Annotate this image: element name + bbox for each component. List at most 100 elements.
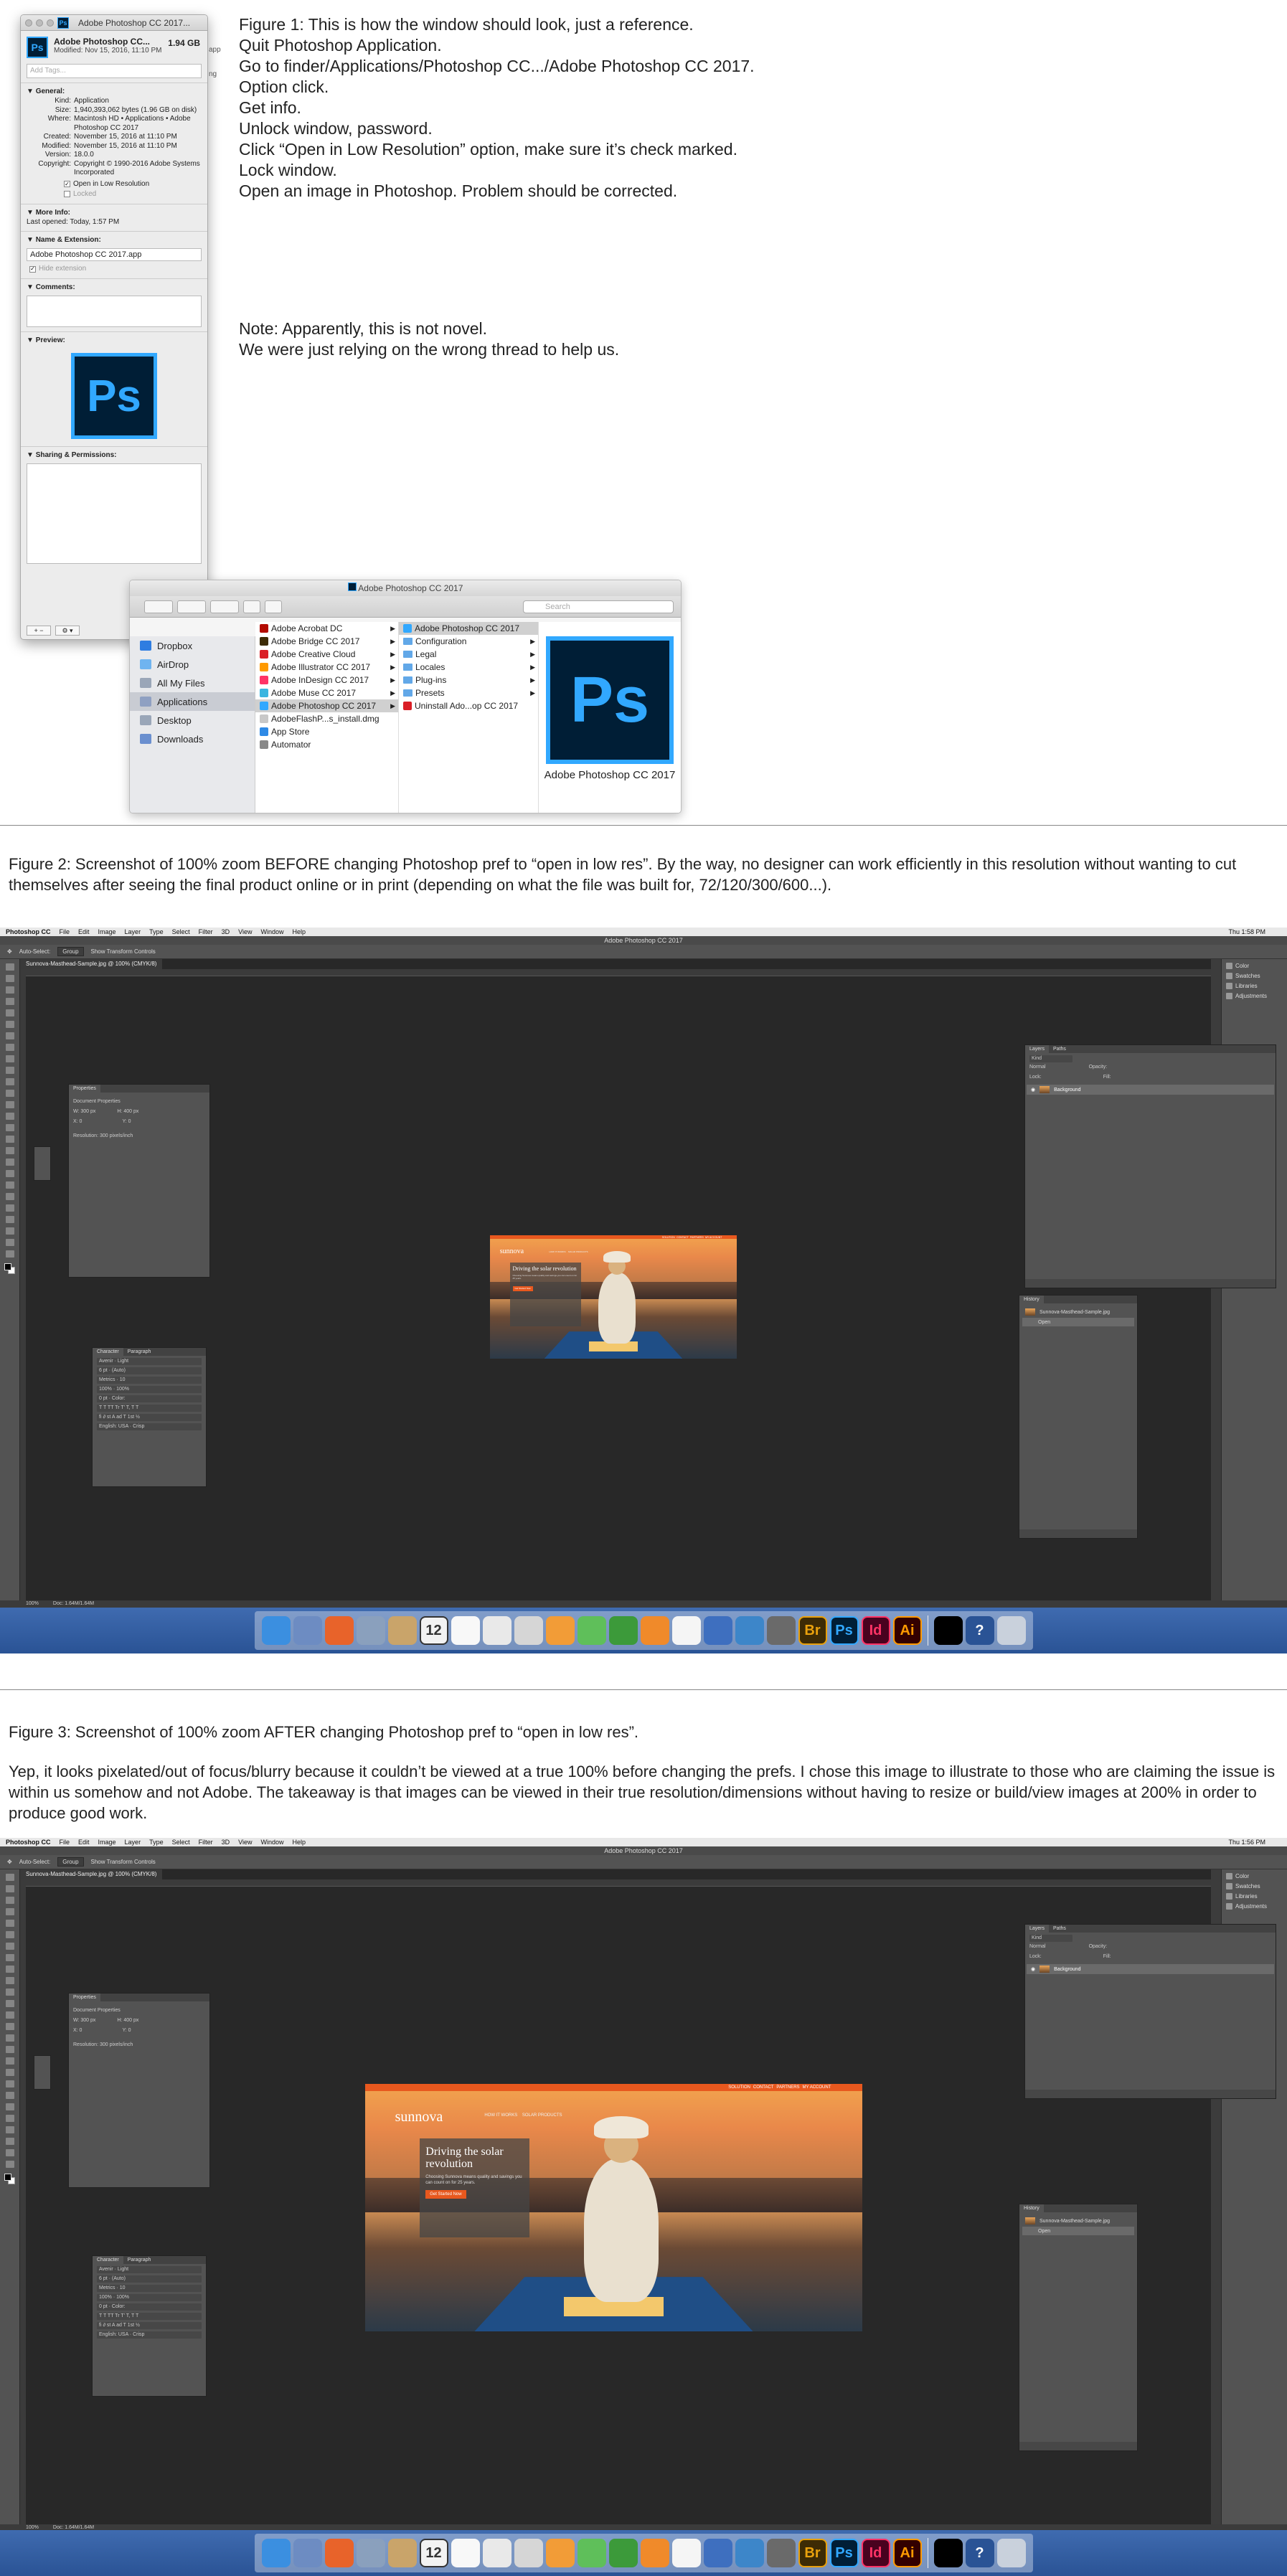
show-transform-checkbox[interactable]: Show Transform Controls [91, 1859, 156, 1865]
sidebar-item-desktop[interactable]: Desktop [130, 711, 255, 730]
panel-color[interactable]: Color [1222, 1869, 1287, 1879]
close-dot-icon[interactable] [25, 19, 32, 27]
tool-icon[interactable] [5, 1239, 14, 1246]
tab-history[interactable]: History [1019, 2204, 1044, 2212]
tool-icon[interactable] [5, 1055, 14, 1062]
dock-app-icon[interactable] [996, 2539, 1026, 2567]
tool-icon[interactable] [5, 1032, 14, 1039]
canvas-image[interactable]: SOLUTION CONTACT PARTNERS MY ACCOUNT sunnova… [365, 2084, 862, 2331]
blend-mode[interactable]: Normal [1029, 1943, 1046, 1950]
dock-app-icon[interactable] [933, 2539, 963, 2567]
checkbox-icon[interactable]: ✓ [29, 265, 36, 273]
finder-item[interactable]: App Store [255, 725, 398, 738]
menu-item[interactable]: File [60, 1839, 70, 1846]
menu-item[interactable]: File [60, 928, 70, 935]
tool-icon[interactable] [5, 1931, 14, 1938]
character-row[interactable]: 6 pt · (Auto) [97, 1367, 202, 1374]
finder-item[interactable]: Uninstall Ado...op CC 2017 [399, 699, 538, 712]
history-state-open[interactable]: Open [1022, 1318, 1134, 1326]
menu-item[interactable]: 3D [222, 1839, 230, 1846]
dock-app-icon[interactable] [261, 1616, 291, 1645]
character-row[interactable]: 100% · 100% [97, 2294, 202, 2301]
finder-item[interactable]: Legal ▶ [399, 648, 538, 661]
dock-app-icon[interactable] [577, 2539, 606, 2567]
panel-swatches[interactable]: Swatches [1222, 1879, 1287, 1889]
tool-icon[interactable] [5, 1159, 14, 1166]
add-remove-buttons[interactable]: + − [27, 626, 51, 636]
menu-item[interactable]: Image [98, 928, 116, 935]
dock-app-icon[interactable]: Ps [829, 1616, 859, 1645]
document-tab[interactable]: Sunnova-Masthead-Sample.jpg @ 100% (CMYK… [20, 959, 163, 969]
panel-color[interactable]: Color [1222, 959, 1287, 969]
finder-item[interactable]: Adobe Muse CC 2017 ▶ [255, 687, 398, 699]
dock-app-icon[interactable] [545, 2539, 575, 2567]
dock-app-icon[interactable] [261, 2539, 291, 2567]
tool-icon[interactable] [5, 2034, 14, 2042]
tool-icon[interactable] [5, 1908, 14, 1915]
character-row[interactable]: T T TT Tr T' T, T T [97, 2313, 202, 2320]
dock-app-icon[interactable] [324, 2539, 354, 2567]
tab-character[interactable]: Character [93, 2256, 123, 2264]
tool-icon[interactable] [5, 1090, 14, 1097]
checkbox-icon[interactable] [64, 191, 70, 197]
tool-icon[interactable] [5, 1181, 14, 1189]
dock-app-icon[interactable] [671, 2539, 701, 2567]
tag-button[interactable] [265, 600, 282, 613]
tool-icon[interactable] [5, 2057, 14, 2065]
tool-icon[interactable] [5, 1009, 14, 1016]
color-swatches[interactable] [4, 1263, 16, 1275]
tool-icon[interactable] [5, 1021, 14, 1028]
character-row[interactable]: 0 pt · Color: [97, 1395, 202, 1402]
menu-item[interactable]: Select [172, 1839, 190, 1846]
dock-app-icon[interactable]: Ai [892, 2539, 922, 2567]
dock-app-icon[interactable] [608, 1616, 638, 1645]
menu-item[interactable]: Window [260, 928, 283, 935]
sharing-section-header[interactable]: ▼ Sharing & Permissions: [21, 446, 207, 461]
show-transform-checkbox[interactable]: Show Transform Controls [91, 948, 156, 955]
tab-paragraph[interactable]: Paragraph [123, 2256, 156, 2264]
finder-item[interactable]: AdobeFlashP...s_install.dmg [255, 712, 398, 725]
tool-icon[interactable] [5, 2149, 14, 2156]
menu-item[interactable]: Type [149, 1839, 164, 1846]
tool-icon[interactable] [5, 1136, 14, 1143]
tool-icon[interactable] [5, 2115, 14, 2122]
menu-item[interactable]: Filter [199, 1839, 213, 1846]
group-select[interactable]: Group [57, 947, 84, 956]
tool-icon[interactable] [5, 1147, 14, 1154]
character-row[interactable]: fi ∂ st A ad T 1st ½ [97, 1414, 202, 1421]
tool-icon[interactable] [5, 975, 14, 982]
character-row[interactable]: fi ∂ st A ad T 1st ½ [97, 2322, 202, 2329]
eye-icon[interactable]: ◉ [1031, 1966, 1035, 1972]
dock-app-icon[interactable] [482, 1616, 512, 1645]
tool-icon[interactable] [5, 2011, 14, 2019]
history-state-open[interactable]: Open [1022, 2227, 1134, 2235]
arrange-button[interactable] [177, 600, 206, 613]
finder-item[interactable]: Adobe Bridge CC 2017 ▶ [255, 635, 398, 648]
character-row[interactable]: Avenir · Light [97, 1358, 202, 1365]
tab-paths[interactable]: Paths [1049, 1045, 1070, 1053]
tool-icon[interactable] [5, 1101, 14, 1108]
tool-icon[interactable] [5, 2092, 14, 2099]
sidebar-item-all-my-files[interactable]: All My Files [130, 674, 255, 692]
dock-app-icon[interactable]: 12 [419, 1616, 448, 1645]
panel-libraries[interactable]: Libraries [1222, 1889, 1287, 1900]
dock-app-icon[interactable] [514, 2539, 543, 2567]
finder-item[interactable]: Locales ▶ [399, 661, 538, 674]
finder-item[interactable]: Adobe InDesign CC 2017 ▶ [255, 674, 398, 687]
hero-cta-button[interactable]: Get Started Now [425, 2189, 466, 2199]
sidebar-item-applications[interactable]: Applications [130, 692, 255, 711]
layer-background[interactable]: ◉ Background [1027, 1964, 1274, 1974]
dock-app-icon[interactable]: Ai [892, 1616, 922, 1645]
blend-mode[interactable]: Normal [1029, 1064, 1046, 1071]
properties-tab[interactable]: Properties [69, 1994, 100, 2001]
tool-icon[interactable] [5, 1170, 14, 1177]
tool-icon[interactable] [5, 2126, 14, 2133]
hide-extension-checkbox[interactable]: ✓ Hide extension [21, 264, 207, 274]
name-ext-section-header[interactable]: ▼ Name & Extension: [21, 231, 207, 245]
sidebar-item-downloads[interactable]: Downloads [130, 730, 255, 748]
tool-icon[interactable] [5, 2080, 14, 2087]
character-row[interactable]: Avenir · Light [97, 2266, 202, 2273]
dock-app-icon[interactable]: Id [861, 2539, 890, 2567]
dock-app-icon[interactable] [387, 2539, 417, 2567]
dock-app-icon[interactable] [324, 1616, 354, 1645]
